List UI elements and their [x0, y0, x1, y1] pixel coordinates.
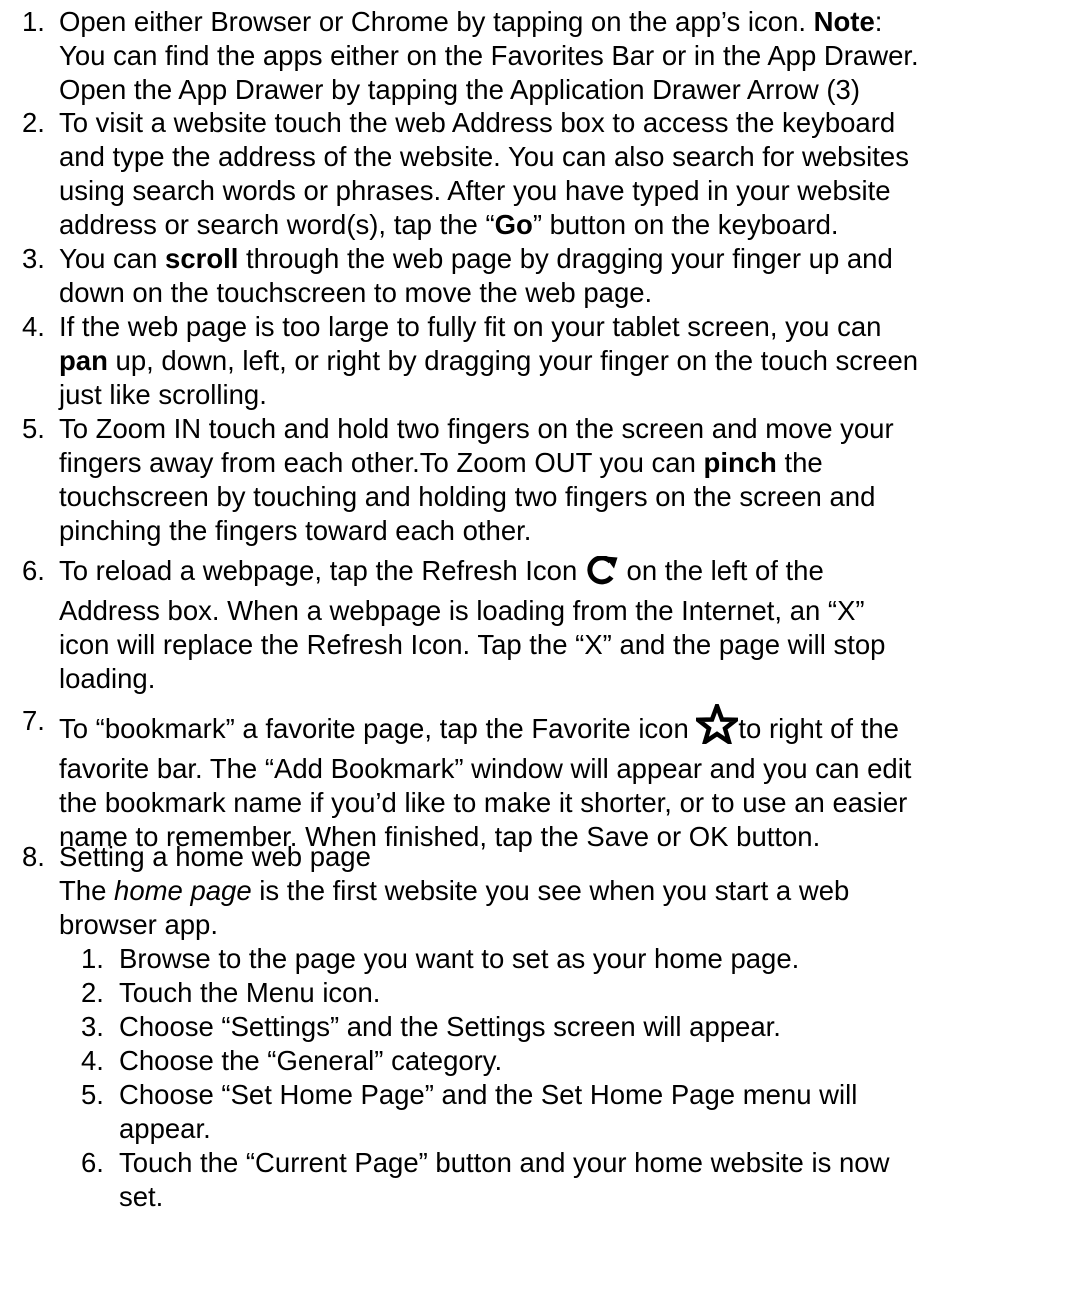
text-line: To reload a webpage, tap the Refresh Ico…	[59, 554, 1069, 594]
text-line: Touch the Menu icon.	[119, 977, 381, 1008]
bold-term: pan	[59, 345, 108, 376]
substep-number: 6.	[81, 1147, 104, 1178]
text-line: You can scroll through the web page by d…	[59, 243, 893, 274]
step-number: 4.	[22, 311, 45, 342]
text-line: touchscreen by touching and holding two …	[59, 481, 876, 512]
bold-term: pinch	[703, 447, 777, 478]
text-line: the bookmark name if you’d like to make …	[59, 787, 908, 818]
step-text: Open either Browser or Chrome by tapping…	[59, 5, 1069, 107]
text-line: pinching the fingers toward each other.	[59, 515, 532, 546]
step-number: 5.	[22, 413, 45, 444]
bold-term: Go	[494, 209, 533, 240]
step-text: To reload a webpage, tap the Refresh Ico…	[59, 554, 1069, 696]
text-line: appear.	[119, 1113, 211, 1144]
text-line: address or search word(s), tap the “Go” …	[59, 209, 839, 240]
text-line: Choose “Set Home Page” and the Set Home …	[119, 1079, 858, 1110]
step-text: If the web page is too large to fully fi…	[59, 310, 1069, 412]
text-line: To visit a website touch the web Address…	[59, 107, 896, 138]
text-line: using search words or phrases. After you…	[59, 175, 891, 206]
text-line: loading.	[59, 663, 156, 694]
substep-number: 5.	[81, 1079, 104, 1110]
text-line: pan up, down, left, or right by dragging…	[59, 345, 919, 376]
step-number: 7.	[22, 705, 45, 736]
text-line: The home page is the first website you s…	[59, 875, 850, 906]
text-line: Open either Browser or Chrome by tapping…	[59, 6, 883, 37]
italic-term: home page	[114, 875, 252, 906]
step-text: You can scroll through the web page by d…	[59, 242, 1069, 310]
text-line: browser app.	[59, 909, 218, 940]
text-line: down on the touchscreen to move the web …	[59, 277, 653, 308]
text-line: favorite bar. The “Add Bookmark” window …	[59, 753, 912, 784]
text-line: Browse to the page you want to set as yo…	[119, 943, 800, 974]
step-number: 8.	[22, 841, 45, 872]
bold-term: Note	[813, 6, 875, 37]
step-text: To Zoom IN touch and hold two fingers on…	[59, 412, 1069, 548]
step-text: To visit a website touch the web Address…	[59, 106, 1069, 242]
section-title: Setting a home web page	[59, 841, 371, 872]
substep-number: 3.	[81, 1011, 104, 1042]
text-line: icon will replace the Refresh Icon. Tap …	[59, 629, 886, 660]
text-line: and type the address of the website. You…	[59, 141, 909, 172]
substep-number: 2.	[81, 977, 104, 1008]
refresh-icon	[585, 555, 619, 594]
text-line: If the web page is too large to fully fi…	[59, 311, 882, 342]
text-line: Open the App Drawer by tapping the Appli…	[59, 74, 860, 105]
step-number: 6.	[22, 555, 45, 586]
text-line: fingers away from each other.To Zoom OUT…	[59, 447, 823, 478]
instructions-document: 1. Open either Browser or Chrome by tapp…	[0, 0, 1072, 1316]
text-line: Touch the “Current Page” button and your…	[119, 1147, 890, 1178]
text-line: You can find the apps either on the Favo…	[59, 40, 919, 71]
step-number: 2.	[22, 107, 45, 138]
text-line: To “bookmark” a favorite page, tap the F…	[59, 699, 1069, 752]
step-number: 1.	[22, 6, 45, 37]
text-line: Choose the “General” category.	[119, 1045, 503, 1076]
bold-term: scroll	[165, 243, 239, 274]
text-line: set.	[119, 1181, 164, 1212]
step-text: To “bookmark” a favorite page, tap the F…	[59, 699, 1069, 854]
step-text: Setting a home web page The home page is…	[59, 840, 1069, 942]
substep-number: 1.	[81, 943, 104, 974]
text-line: To Zoom IN touch and hold two fingers on…	[59, 413, 894, 444]
substep-number: 4.	[81, 1045, 104, 1076]
text-line: Address box. When a webpage is loading f…	[59, 595, 865, 626]
star-icon	[692, 699, 743, 752]
text-line: just like scrolling.	[59, 379, 267, 410]
step-number: 3.	[22, 243, 45, 274]
text-line: Choose “Settings” and the Settings scree…	[119, 1011, 781, 1042]
